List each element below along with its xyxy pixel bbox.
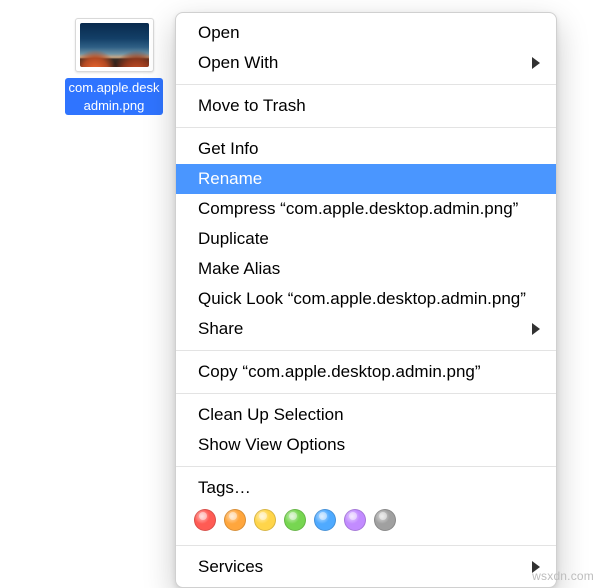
menu-services-label: Services — [198, 557, 263, 576]
menu-copy-label: Copy “com.apple.desktop.admin.png” — [198, 362, 481, 381]
menu-tags[interactable]: Tags… — [176, 473, 556, 503]
menu-compress[interactable]: Compress “com.apple.desktop.admin.png” — [176, 194, 556, 224]
menu-show-view-options[interactable]: Show View Options — [176, 430, 556, 460]
tag-color-gray[interactable] — [374, 509, 396, 531]
menu-open-with-label: Open With — [198, 53, 278, 72]
menu-make-alias[interactable]: Make Alias — [176, 254, 556, 284]
watermark-text: wsxdn.com — [532, 569, 594, 583]
chevron-right-icon — [532, 323, 540, 335]
menu-open-label: Open — [198, 23, 240, 42]
menu-clean-up[interactable]: Clean Up Selection — [176, 400, 556, 430]
tag-color-yellow[interactable] — [254, 509, 276, 531]
tag-color-orange[interactable] — [224, 509, 246, 531]
menu-show-view-options-label: Show View Options — [198, 435, 345, 454]
tag-color-green[interactable] — [284, 509, 306, 531]
menu-duplicate-label: Duplicate — [198, 229, 269, 248]
menu-open[interactable]: Open — [176, 18, 556, 48]
menu-separator — [176, 127, 556, 128]
tags-row — [176, 503, 556, 539]
menu-services[interactable]: Services — [176, 552, 556, 582]
menu-copy[interactable]: Copy “com.apple.desktop.admin.png” — [176, 357, 556, 387]
file-name-line2: admin.png — [68, 97, 159, 115]
menu-open-with[interactable]: Open With — [176, 48, 556, 78]
file-item[interactable]: com.apple.desk admin.png — [64, 18, 164, 115]
tag-color-purple[interactable] — [344, 509, 366, 531]
menu-separator — [176, 393, 556, 394]
menu-move-to-trash-label: Move to Trash — [198, 96, 306, 115]
menu-separator — [176, 350, 556, 351]
chevron-right-icon — [532, 57, 540, 69]
file-thumbnail-image — [80, 23, 149, 67]
menu-share[interactable]: Share — [176, 314, 556, 344]
menu-quick-look-label: Quick Look “com.apple.desktop.admin.png” — [198, 289, 526, 308]
menu-get-info[interactable]: Get Info — [176, 134, 556, 164]
file-name-line1: com.apple.desk — [68, 79, 159, 97]
menu-quick-look[interactable]: Quick Look “com.apple.desktop.admin.png” — [176, 284, 556, 314]
menu-compress-label: Compress “com.apple.desktop.admin.png” — [198, 199, 518, 218]
menu-clean-up-label: Clean Up Selection — [198, 405, 344, 424]
menu-tags-label: Tags… — [198, 478, 251, 497]
menu-share-label: Share — [198, 319, 243, 338]
tag-color-blue[interactable] — [314, 509, 336, 531]
menu-separator — [176, 84, 556, 85]
menu-rename[interactable]: Rename — [176, 164, 556, 194]
tag-color-red[interactable] — [194, 509, 216, 531]
menu-duplicate[interactable]: Duplicate — [176, 224, 556, 254]
menu-move-to-trash[interactable]: Move to Trash — [176, 91, 556, 121]
menu-get-info-label: Get Info — [198, 139, 258, 158]
context-menu: Open Open With Move to Trash Get Info Re… — [175, 12, 557, 588]
menu-separator — [176, 545, 556, 546]
file-thumbnail — [75, 18, 154, 72]
menu-rename-label: Rename — [198, 169, 262, 188]
menu-make-alias-label: Make Alias — [198, 259, 280, 278]
menu-separator — [176, 466, 556, 467]
file-name-label[interactable]: com.apple.desk admin.png — [65, 78, 162, 115]
